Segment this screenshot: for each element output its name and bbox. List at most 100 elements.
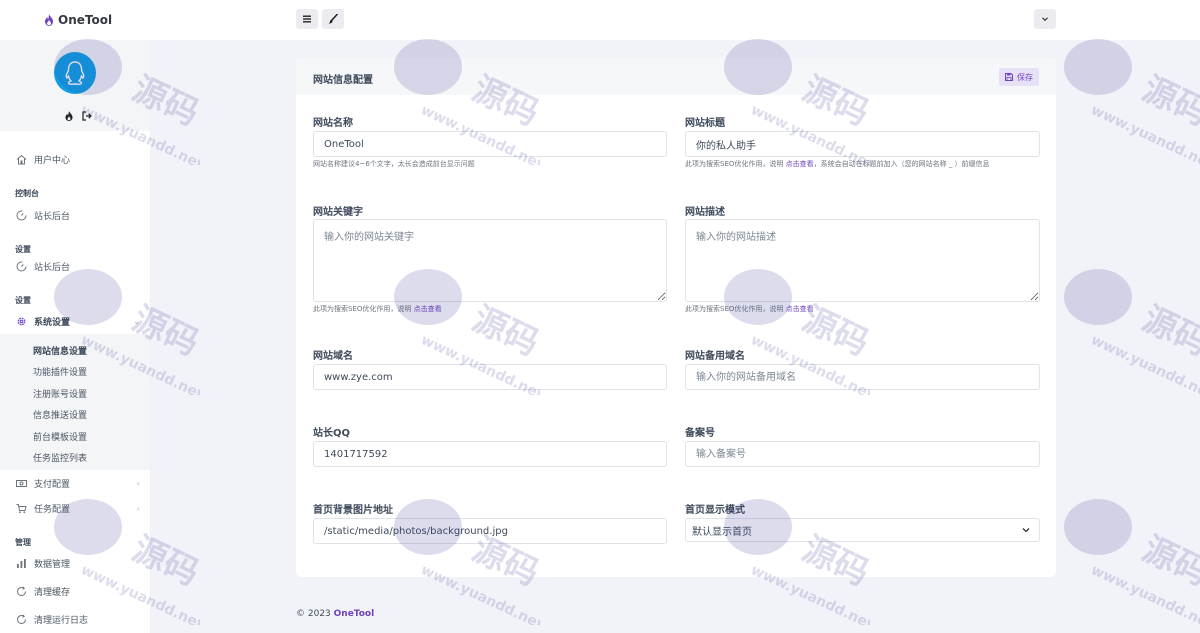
sidebar-item-admin[interactable]: 站长后台 xyxy=(0,204,150,226)
sidebar-item-label: 站长后台 xyxy=(34,211,71,222)
watermark-url: www.yuandd.net xyxy=(1088,562,1200,625)
watermark-text: 源码 xyxy=(1136,299,1200,364)
qq-penguin-icon xyxy=(65,61,85,85)
chevron-down-icon: ⌄ xyxy=(133,316,140,326)
cart-icon xyxy=(16,503,27,513)
nav-heading-settings-2: 设置 xyxy=(15,296,31,305)
help-link[interactable]: 点击查看 xyxy=(786,305,814,313)
card-title: 网站信息配置 xyxy=(313,75,373,86)
watermark-text: 源码 xyxy=(1136,69,1200,134)
sidebar-item-label: 支付配置 xyxy=(34,479,71,490)
help-text: 此项为搜索SEO优化作用，说明 xyxy=(685,160,786,168)
display-mode-label: 首页显示模式 xyxy=(685,505,745,516)
money-icon xyxy=(16,479,27,487)
user-dropdown-button[interactable] xyxy=(1034,9,1056,29)
site-name-input[interactable] xyxy=(313,131,667,157)
domain-label: 网站域名 xyxy=(313,351,353,362)
site-name-label: 网站名称 xyxy=(313,118,353,129)
watermark-url: www.yuandd.net xyxy=(1088,332,1200,395)
sidebar-item-user-center[interactable]: 用户中心 xyxy=(0,148,150,170)
help-link[interactable]: 点击查看 xyxy=(786,160,814,168)
sidebar-item-label: 任务配置 xyxy=(34,504,71,515)
save-label: 保存 xyxy=(1017,72,1033,82)
sidebar-item-system-settings[interactable]: 系统设置 ⌄ xyxy=(0,310,150,332)
menu-icon xyxy=(303,15,311,23)
description-help: 此项为搜索SEO优化作用，说明 点击查看 xyxy=(685,304,814,314)
chevron-down-icon xyxy=(1022,528,1030,533)
sidebar-item-clear-cache[interactable]: 清理缓存 xyxy=(0,580,150,602)
gear-icon xyxy=(17,317,26,325)
help-link[interactable]: 点击查看 xyxy=(414,305,442,313)
system-settings-submenu: 网站信息设置 功能插件设置 注册账号设置 信息推送设置 前台模板设置 任务监控列… xyxy=(0,334,150,470)
sidebar-item-label: 站长后台 xyxy=(34,262,71,273)
logout-icon[interactable] xyxy=(82,106,92,121)
site-title-help: 此项为搜索SEO优化作用，说明 点击查看，系统会自动在标题前加入（您的网站名称 … xyxy=(685,159,990,169)
home-icon xyxy=(16,154,27,164)
help-text: 此项为搜索SEO优化作用，说明 xyxy=(685,305,786,313)
sidebar-item-pay-config[interactable]: 支付配置 ‹ xyxy=(0,472,150,494)
refresh-icon xyxy=(17,614,26,624)
top-bar: OneTool xyxy=(0,0,1200,40)
submenu-template[interactable]: 前台模板设置 xyxy=(33,430,87,443)
chevron-down-icon xyxy=(1042,17,1048,22)
sidebar-item-admin-2[interactable]: 站长后台 xyxy=(0,255,150,277)
site-title-input[interactable] xyxy=(685,131,1040,157)
flame-icon xyxy=(45,14,53,26)
footer-brand-link[interactable]: OneTool xyxy=(334,609,375,619)
icp-label: 备案号 xyxy=(685,428,715,439)
footer: © 2023 OneTool xyxy=(296,609,374,619)
watermark-logo-icon: 源码www.yuandd.net xyxy=(1064,269,1200,403)
sidebar-item-clear-log[interactable]: 清理运行日志 xyxy=(0,608,150,630)
nav-heading-settings: 设置 xyxy=(15,245,31,254)
sidebar-item-label: 用户中心 xyxy=(34,155,71,166)
bg-image-label: 首页背景图片地址 xyxy=(313,505,393,516)
avatar[interactable] xyxy=(54,52,96,94)
flame-icon[interactable] xyxy=(64,106,74,121)
submenu-site-info[interactable]: 网站信息设置 xyxy=(33,344,87,357)
keywords-label: 网站关键字 xyxy=(313,207,363,218)
help-text: ，系统会自动在标题前加入（您的网站名称 _ ）前缀信息 xyxy=(813,160,990,168)
site-info-card: 网站信息配置 保存 网站名称 网站名称建议4~6个文字，太长会造成前台显示问题 … xyxy=(296,58,1056,577)
submenu-push[interactable]: 信息推送设置 xyxy=(33,408,87,421)
submenu-register[interactable]: 注册账号设置 xyxy=(33,387,87,400)
sidebar-item-label: 清理运行日志 xyxy=(34,615,89,626)
qq-input[interactable] xyxy=(313,441,667,467)
domain-input[interactable] xyxy=(313,364,667,390)
brush-icon xyxy=(328,14,338,24)
theme-button[interactable] xyxy=(322,9,344,29)
menu-toggle-button[interactable] xyxy=(296,9,318,29)
sidebar: 用户中心 控制台 站长后台 设置 站长后台 设置 系统设置 ⌄ 网站信息设置 功… xyxy=(0,40,151,633)
keywords-textarea[interactable] xyxy=(313,219,667,302)
submenu-task-monitor[interactable]: 任务监控列表 xyxy=(33,451,87,464)
watermark-logo-icon: 源码www.yuandd.net xyxy=(1064,39,1200,173)
qq-label: 站长QQ xyxy=(313,428,351,439)
description-textarea[interactable] xyxy=(685,219,1040,302)
refresh-icon xyxy=(17,586,26,596)
card-header: 网站信息配置 保存 xyxy=(296,58,1056,95)
bar-chart-icon xyxy=(17,558,26,568)
description-label: 网站描述 xyxy=(685,207,725,218)
watermark: 源码www.yuandd.net xyxy=(1060,35,1200,173)
nav-heading-manage: 管理 xyxy=(15,538,31,547)
keywords-help: 此项为搜索SEO优化作用，说明 点击查看 xyxy=(313,304,442,314)
save-button[interactable]: 保存 xyxy=(999,68,1039,86)
watermark: 源码www.yuandd.net xyxy=(1060,495,1200,633)
backup-domain-label: 网站备用域名 xyxy=(685,351,745,362)
icp-input[interactable] xyxy=(685,441,1040,467)
backup-domain-input[interactable] xyxy=(685,364,1040,390)
copyright: © 2023 xyxy=(296,609,334,619)
sidebar-item-task-config[interactable]: 任务配置 ‹ xyxy=(0,497,150,519)
brand-name: OneTool xyxy=(58,13,113,27)
dashboard-icon xyxy=(16,210,27,220)
sidebar-item-data-manage[interactable]: 数据管理 xyxy=(0,552,150,574)
display-mode-selected: 默认显示首页 xyxy=(692,526,752,538)
submenu-plugins[interactable]: 功能插件设置 xyxy=(33,365,87,378)
profile-panel xyxy=(0,40,150,131)
site-name-help: 网站名称建议4~6个文字，太长会造成前台显示问题 xyxy=(313,160,475,168)
brand-logo[interactable]: OneTool xyxy=(44,11,112,29)
sidebar-item-label: 清理缓存 xyxy=(34,587,71,598)
display-mode-select[interactable]: 默认显示首页 xyxy=(685,518,1040,542)
watermark-logo-icon: 源码www.yuandd.net xyxy=(1064,499,1200,633)
dashboard-icon xyxy=(16,261,27,271)
bg-image-input[interactable] xyxy=(313,518,667,544)
